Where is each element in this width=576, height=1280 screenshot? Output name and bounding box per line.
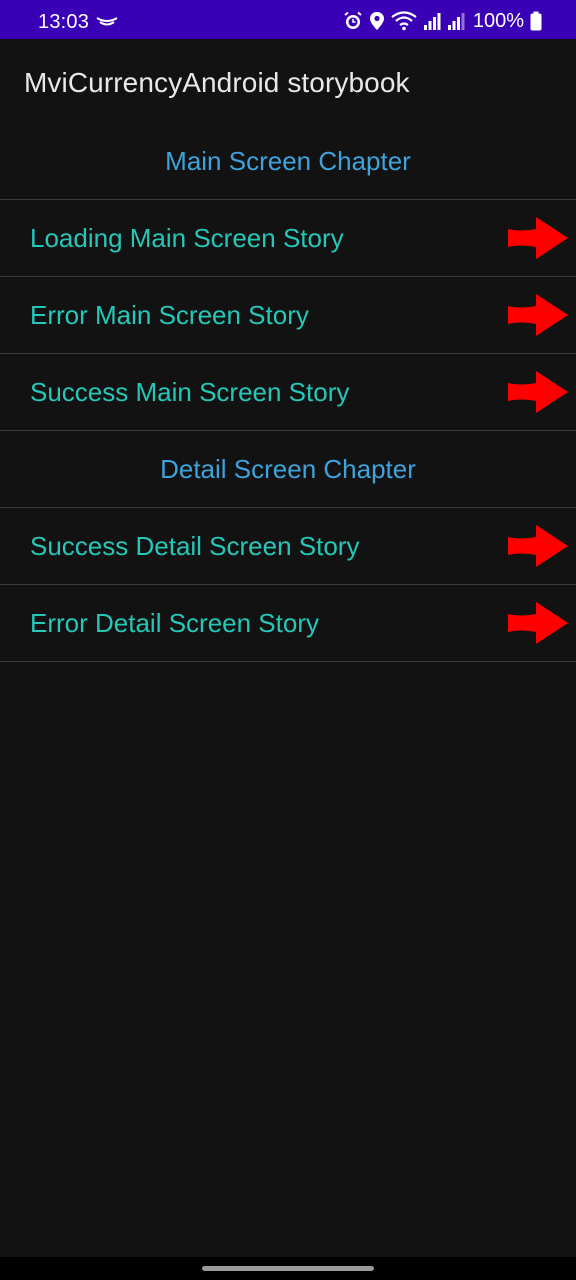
story-item-loading-main-screen[interactable]: Loading Main Screen Story xyxy=(0,200,576,277)
arrow-right-icon xyxy=(508,371,568,413)
navigation-bar xyxy=(0,1257,576,1280)
home-gesture-handle[interactable] xyxy=(202,1266,374,1271)
signal-icon xyxy=(447,11,465,31)
arrow-right-icon xyxy=(508,602,568,644)
story-label: Loading Main Screen Story xyxy=(30,222,344,253)
notification-icon xyxy=(96,14,118,28)
arrow-right-icon xyxy=(508,525,568,567)
status-time: 13:03 xyxy=(38,11,90,33)
status-bar: 13:03 100% xyxy=(0,0,576,39)
location-icon xyxy=(369,11,385,31)
battery-percent: 100% xyxy=(472,10,524,32)
signal-icon xyxy=(423,11,441,31)
battery-icon xyxy=(530,11,542,31)
story-item-success-main-screen[interactable]: Success Main Screen Story xyxy=(0,354,576,431)
chapter-title: Main Screen Chapter xyxy=(165,145,411,176)
story-label: Success Detail Screen Story xyxy=(30,530,360,561)
status-icons: 100% xyxy=(343,8,542,34)
wifi-icon xyxy=(391,11,417,31)
story-label: Error Main Screen Story xyxy=(30,299,309,330)
arrow-right-icon xyxy=(508,294,568,336)
story-item-success-detail-screen[interactable]: Success Detail Screen Story xyxy=(0,508,576,585)
app-root: 13:03 100% MviCurrencyAndroid storybook … xyxy=(0,0,576,1280)
story-list: Main Screen Chapter Loading Main Screen … xyxy=(0,123,576,662)
arrow-right-icon xyxy=(508,217,568,259)
alarm-icon xyxy=(343,11,363,31)
story-label: Error Detail Screen Story xyxy=(30,607,319,638)
app-toolbar: MviCurrencyAndroid storybook xyxy=(0,39,576,123)
app-title: MviCurrencyAndroid storybook xyxy=(24,67,410,98)
chapter-header-main-screen: Main Screen Chapter xyxy=(0,123,576,200)
story-item-error-detail-screen[interactable]: Error Detail Screen Story xyxy=(0,585,576,662)
story-item-error-main-screen[interactable]: Error Main Screen Story xyxy=(0,277,576,354)
story-label: Success Main Screen Story xyxy=(30,376,350,407)
chapter-title: Detail Screen Chapter xyxy=(160,453,416,484)
chapter-header-detail-screen: Detail Screen Chapter xyxy=(0,431,576,508)
